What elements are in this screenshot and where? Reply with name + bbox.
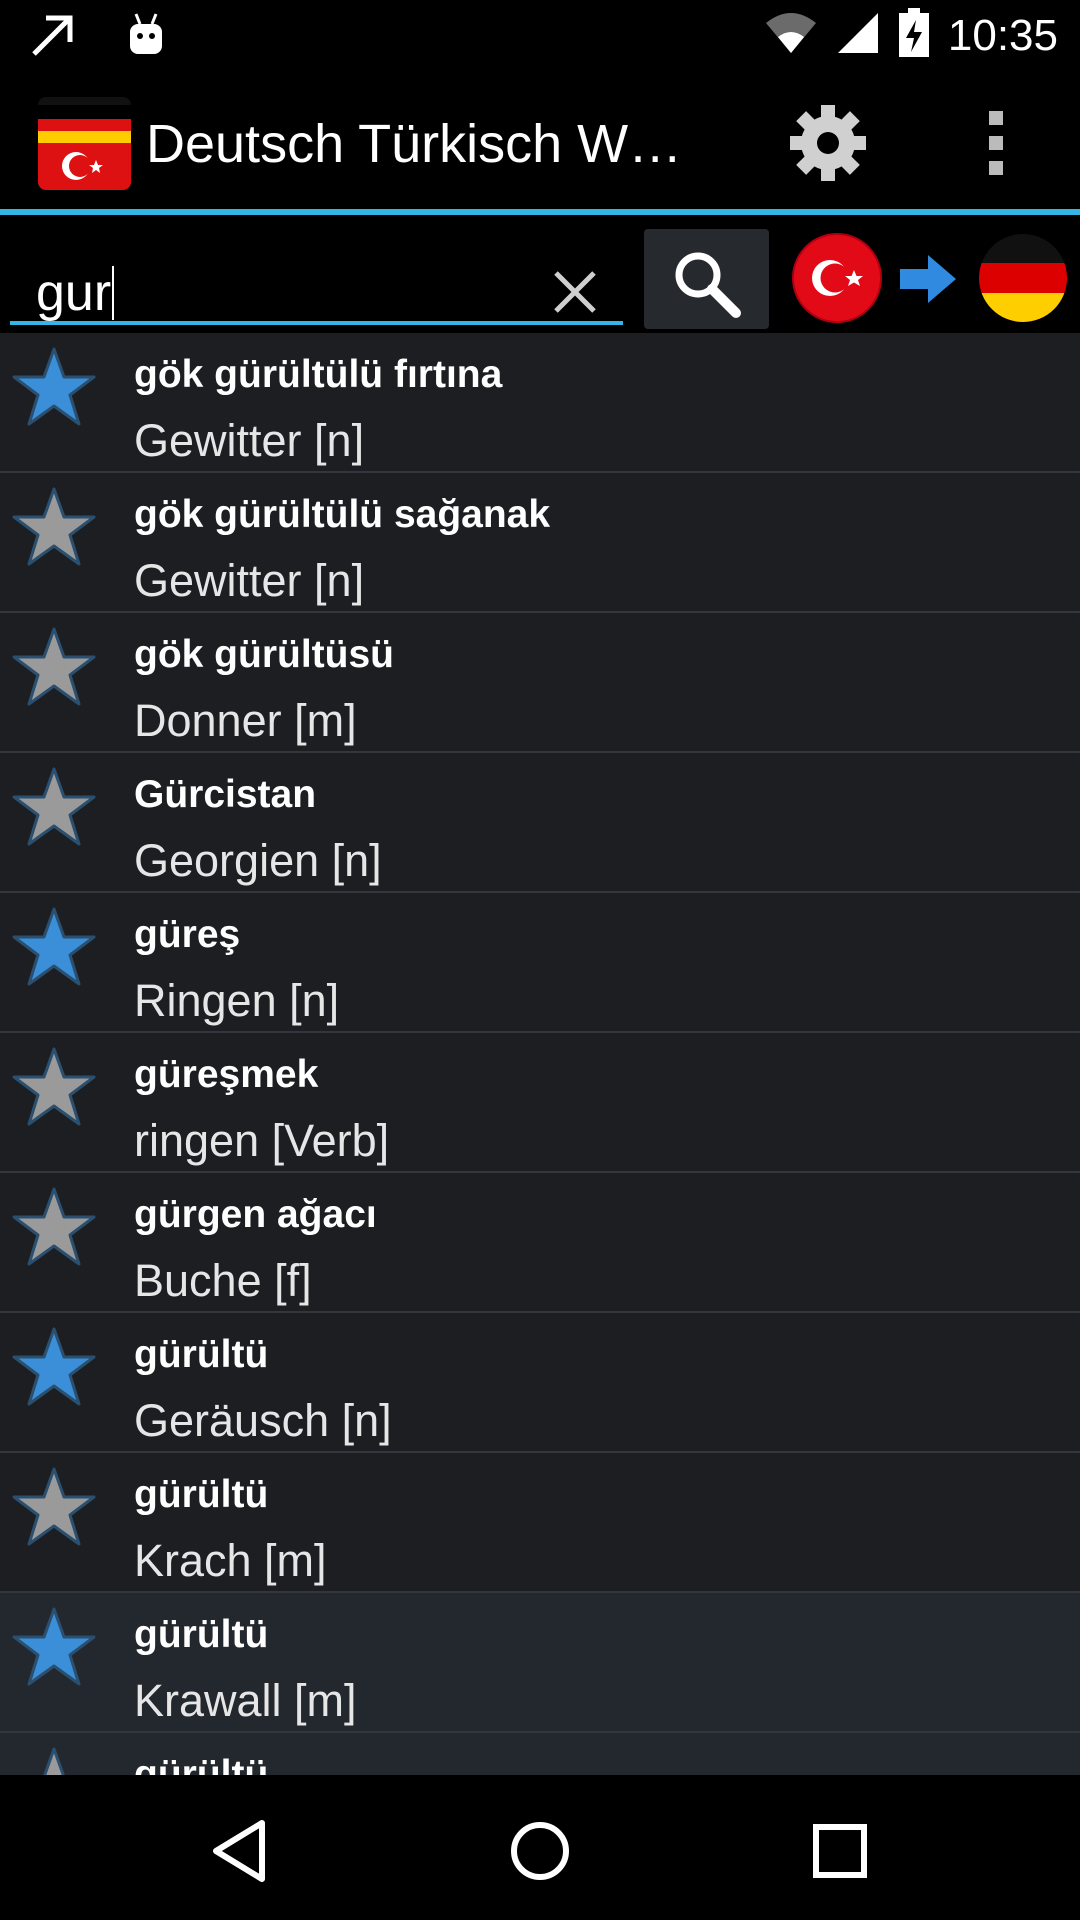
app-title: Deutsch Türkisch Wör... xyxy=(146,114,706,174)
list-item[interactable]: Gürcistan Georgien [n] xyxy=(0,753,1080,893)
star-icon[interactable] xyxy=(10,483,98,571)
star-icon[interactable] xyxy=(10,343,98,431)
search-button[interactable] xyxy=(644,229,769,329)
star-icon[interactable] xyxy=(10,1463,98,1551)
star-icon[interactable] xyxy=(10,763,98,851)
gear-icon[interactable] xyxy=(788,103,868,183)
german-translation: Krach [m] xyxy=(134,1535,327,1586)
signal-icon xyxy=(836,11,880,60)
star-icon[interactable] xyxy=(10,623,98,711)
turkish-term: gürültü xyxy=(134,1473,269,1516)
android-robot-icon xyxy=(126,12,166,63)
wifi-icon xyxy=(764,11,818,60)
german-translation: Gewitter [n] xyxy=(134,555,365,606)
german-translation: Geräusch [n] xyxy=(134,1395,392,1446)
list-item[interactable]: gök gürültülü fırtına Gewitter [n] xyxy=(0,333,1080,473)
recents-icon[interactable] xyxy=(800,1811,880,1891)
list-item[interactable]: gürültü Krawall [m] xyxy=(0,1593,1080,1733)
turkish-term: gök gürültülü sağanak xyxy=(134,493,551,536)
star-icon[interactable] xyxy=(10,1183,98,1271)
list-item[interactable]: güreş Ringen [n] xyxy=(0,893,1080,1033)
results-list[interactable]: gök gürültülü fırtına Gewitter [n] gök gür… xyxy=(0,333,1080,1775)
turkish-term: Gürcistan xyxy=(134,773,317,816)
back-icon[interactable] xyxy=(202,1811,282,1891)
list-item[interactable]: gürgen ağacı Buche [f] xyxy=(0,1173,1080,1313)
star-icon[interactable] xyxy=(10,1043,98,1131)
text-cursor xyxy=(112,266,115,320)
star-icon[interactable] xyxy=(10,903,98,991)
german-translation: Gewitter [n] xyxy=(134,415,365,466)
turkey-flag-icon[interactable] xyxy=(792,233,882,323)
action-bar: Deutsch Türkisch Wör... xyxy=(0,73,1080,209)
list-item[interactable]: gök gürültülü sağanak Gewitter [n] xyxy=(0,473,1080,613)
list-item[interactable]: gürültü xyxy=(0,1733,1080,1775)
turkish-flag-app-icon[interactable] xyxy=(38,97,131,190)
list-item[interactable]: gürültü Geräusch [n] xyxy=(0,1313,1080,1453)
search-bar: gur xyxy=(0,215,1080,333)
star-icon[interactable] xyxy=(10,1743,98,1775)
german-translation: Krawall [m] xyxy=(134,1675,357,1726)
list-item[interactable]: gürültü Krach [m] xyxy=(0,1453,1080,1593)
list-item[interactable]: gök gürültüsü Donner [m] xyxy=(0,613,1080,753)
turkish-term: gürgen ağacı xyxy=(134,1193,377,1236)
german-translation: Donner [m] xyxy=(134,695,357,746)
turkish-term: gürültü xyxy=(134,1613,269,1656)
search-input[interactable]: gur xyxy=(10,233,623,325)
status-bar: 10:35 xyxy=(0,0,1080,73)
turkish-term: gürültü xyxy=(134,1333,269,1376)
navigation-bar xyxy=(0,1775,1080,1920)
turkish-term: güreşmek xyxy=(134,1053,319,1096)
screen: 10:35 Deutsch Türkisch Wör... gur gök gü… xyxy=(0,0,1080,1920)
german-translation: Buche [f] xyxy=(134,1255,312,1306)
arrow-up-right-icon xyxy=(28,10,78,65)
home-icon[interactable] xyxy=(500,1811,580,1891)
turkish-term: gürültü xyxy=(134,1753,269,1775)
star-icon[interactable] xyxy=(10,1323,98,1411)
search-icon xyxy=(675,252,741,318)
turkish-term: gök gürültülü fırtına xyxy=(134,353,503,396)
german-translation: ringen [Verb] xyxy=(134,1115,390,1166)
clock: 10:35 xyxy=(947,10,1058,60)
star-icon[interactable] xyxy=(10,1603,98,1691)
overflow-menu-icon[interactable] xyxy=(980,111,1012,175)
turkish-term: gök gürültüsü xyxy=(134,633,394,676)
german-translation: Georgien [n] xyxy=(134,835,382,886)
turkish-term: güreş xyxy=(134,913,241,956)
search-input-value: gur xyxy=(36,264,112,322)
arrow-right-icon[interactable] xyxy=(898,253,958,305)
list-item[interactable]: güreşmek ringen [Verb] xyxy=(0,1033,1080,1173)
germany-flag-icon[interactable] xyxy=(978,233,1068,323)
german-translation: Ringen [n] xyxy=(134,975,340,1026)
close-icon[interactable] xyxy=(550,267,600,317)
battery-charging-icon xyxy=(898,8,930,63)
